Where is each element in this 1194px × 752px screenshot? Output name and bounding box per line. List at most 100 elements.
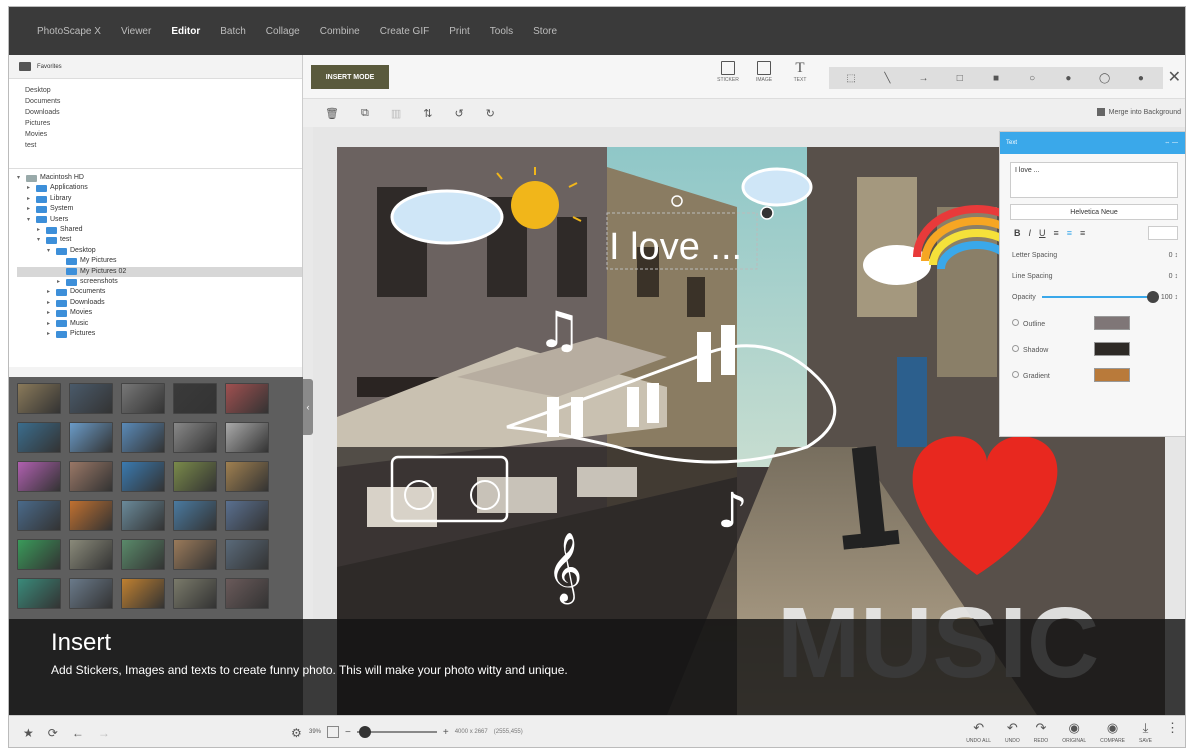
expand-arrow-icon[interactable]: ▸ bbox=[47, 329, 53, 339]
star-icon[interactable]: ★ bbox=[23, 726, 34, 740]
tree-item[interactable]: My Pictures bbox=[17, 256, 302, 266]
image-button[interactable]: IMAGE bbox=[749, 61, 779, 93]
shape-tool-icon[interactable]: ○ bbox=[1023, 73, 1041, 84]
photo-thumbnail[interactable] bbox=[173, 383, 217, 414]
text-button[interactable]: T TEXT bbox=[785, 61, 815, 93]
nav-item-batch[interactable]: Batch bbox=[210, 26, 256, 37]
letter-spacing-stepper[interactable]: 0 ↕ bbox=[1169, 252, 1178, 259]
merge-into-background-button[interactable]: Merge into Background bbox=[1096, 108, 1181, 116]
nav-item-create-gif[interactable]: Create GIF bbox=[370, 26, 439, 37]
photo-thumbnail[interactable] bbox=[69, 461, 113, 492]
photo-thumbnail[interactable] bbox=[225, 539, 269, 570]
delete-icon[interactable]: 🗑 bbox=[325, 107, 339, 120]
expand-arrow-icon[interactable]: ▸ bbox=[27, 204, 33, 214]
photo-thumbnail[interactable] bbox=[173, 578, 217, 609]
expand-arrow-icon[interactable]: ▸ bbox=[47, 319, 53, 329]
line-spacing-stepper[interactable]: 0 ↕ bbox=[1169, 273, 1178, 280]
tree-item[interactable]: ▾ Desktop bbox=[17, 246, 302, 256]
tree-item[interactable]: ▸ Downloads bbox=[17, 298, 302, 308]
settings-gear-icon[interactable]: ⚙ bbox=[291, 726, 302, 740]
tree-item[interactable]: ▸ System bbox=[17, 204, 302, 214]
shape-tool-icon[interactable]: ● bbox=[1132, 73, 1150, 84]
shape-tool-icon[interactable]: → bbox=[915, 73, 933, 84]
italic-button[interactable]: I bbox=[1029, 228, 1032, 238]
rotate-left-icon[interactable]: ↺ bbox=[454, 107, 463, 120]
nav-item-tools[interactable]: Tools bbox=[480, 26, 523, 37]
photo-thumbnail[interactable] bbox=[69, 578, 113, 609]
tree-item[interactable]: ▸ Pictures bbox=[17, 329, 302, 339]
action-button[interactable]: ↷ REDO bbox=[1034, 720, 1048, 744]
expand-arrow-icon[interactable]: ▾ bbox=[47, 246, 53, 256]
favorite-item[interactable]: Documents bbox=[25, 96, 302, 107]
sticker-button[interactable]: STICKER bbox=[713, 61, 743, 93]
expand-arrow-icon[interactable]: ▸ bbox=[27, 183, 33, 193]
align-center-button[interactable]: ≡ bbox=[1067, 228, 1072, 238]
photo-thumbnail[interactable] bbox=[17, 461, 61, 492]
align-right-button[interactable]: ≡ bbox=[1080, 228, 1085, 238]
photo-thumbnail[interactable] bbox=[121, 578, 165, 609]
action-button[interactable]: ⤓ SAVE bbox=[1139, 720, 1152, 744]
underline-button[interactable]: U bbox=[1039, 228, 1046, 238]
align-icon[interactable]: ▥ bbox=[391, 107, 401, 120]
photo-thumbnail[interactable] bbox=[121, 422, 165, 453]
text-color-picker[interactable] bbox=[1148, 226, 1178, 240]
nav-item-store[interactable]: Store bbox=[523, 26, 567, 37]
photo-thumbnail[interactable] bbox=[173, 461, 217, 492]
gradient-color-swatch[interactable] bbox=[1094, 368, 1130, 382]
zoom-out-icon[interactable]: − bbox=[345, 727, 351, 738]
photo-thumbnail[interactable] bbox=[121, 383, 165, 414]
rotate-right-icon[interactable]: ↻ bbox=[486, 107, 495, 120]
refresh-icon[interactable]: ⟳ bbox=[48, 726, 58, 740]
action-button[interactable]: ⋮ bbox=[1166, 720, 1179, 744]
collapse-panel-handle[interactable]: ‹ bbox=[303, 379, 313, 435]
order-icon[interactable]: ⇅ bbox=[423, 107, 432, 120]
nav-item-photoscape-x[interactable]: PhotoScape X bbox=[27, 26, 111, 37]
shape-tool-icon[interactable]: ● bbox=[1059, 73, 1077, 84]
zoom-slider[interactable] bbox=[356, 726, 437, 738]
photo-thumbnail[interactable] bbox=[17, 500, 61, 531]
shape-tool-icon[interactable]: ⬚ bbox=[842, 73, 860, 84]
photo-thumbnail[interactable] bbox=[225, 383, 269, 414]
panel-window-icons[interactable]: ⇔ — bbox=[1164, 140, 1178, 146]
font-select[interactable]: Helvetica Neue bbox=[1010, 204, 1178, 220]
photo-thumbnail[interactable] bbox=[69, 422, 113, 453]
photo-thumbnail[interactable] bbox=[173, 500, 217, 531]
tree-item[interactable]: ▸ Library bbox=[17, 194, 302, 204]
nav-item-print[interactable]: Print bbox=[439, 26, 480, 37]
photo-thumbnail[interactable] bbox=[225, 422, 269, 453]
gradient-option[interactable]: Gradient bbox=[1012, 370, 1050, 380]
expand-arrow-icon[interactable]: ▸ bbox=[27, 194, 33, 204]
zoom-in-icon[interactable]: + bbox=[443, 727, 449, 738]
photo-thumbnail[interactable] bbox=[121, 500, 165, 531]
favorite-item[interactable]: test bbox=[25, 140, 302, 151]
action-button[interactable]: ↶ UNDO ALL bbox=[966, 720, 991, 744]
photo-thumbnail[interactable] bbox=[225, 461, 269, 492]
zoom-percent[interactable]: 39% bbox=[309, 729, 321, 735]
expand-arrow-icon[interactable]: ▸ bbox=[37, 225, 43, 235]
tree-item[interactable]: ▾ Macintosh HD bbox=[17, 173, 302, 183]
shadow-option[interactable]: Shadow bbox=[1012, 344, 1048, 354]
tree-item[interactable]: ▾ Users bbox=[17, 215, 302, 225]
text-input[interactable]: I love ... bbox=[1010, 162, 1178, 198]
action-button[interactable]: ◉ COMPARE bbox=[1100, 720, 1125, 744]
tree-item[interactable]: ▸ Applications bbox=[17, 183, 302, 193]
favorite-item[interactable]: Movies bbox=[25, 129, 302, 140]
photo-thumbnail[interactable] bbox=[17, 422, 61, 453]
photo-thumbnail[interactable] bbox=[173, 539, 217, 570]
expand-arrow-icon[interactable]: ▸ bbox=[47, 308, 53, 318]
action-button[interactable]: ↶ UNDO bbox=[1005, 720, 1020, 744]
photo-thumbnail[interactable] bbox=[121, 461, 165, 492]
photo-caption-text[interactable]: I love ... bbox=[609, 226, 742, 268]
duplicate-icon[interactable]: ⧉ bbox=[361, 107, 369, 120]
tree-item[interactable]: ▸ screenshots bbox=[17, 277, 302, 287]
align-left-button[interactable]: ≡ bbox=[1054, 228, 1059, 238]
outline-color-swatch[interactable] bbox=[1094, 316, 1130, 330]
outline-option[interactable]: Outline bbox=[1012, 318, 1045, 328]
expand-arrow-icon[interactable]: ▸ bbox=[47, 287, 53, 297]
photo-thumbnail[interactable] bbox=[225, 578, 269, 609]
tree-item[interactable]: ▸ Movies bbox=[17, 308, 302, 318]
photo-thumbnail[interactable] bbox=[17, 578, 61, 609]
nav-item-viewer[interactable]: Viewer bbox=[111, 26, 161, 37]
photo-thumbnail[interactable] bbox=[69, 539, 113, 570]
fit-screen-icon[interactable] bbox=[327, 726, 340, 738]
